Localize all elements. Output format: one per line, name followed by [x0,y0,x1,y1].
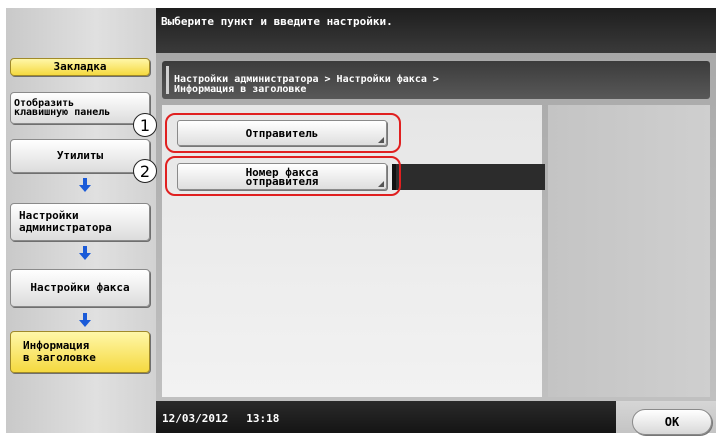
message-bar: Выберите пункт и введите настройки. [156,8,716,53]
status-bar: 12/03/2012 13:18 [156,401,616,433]
breadcrumb-accent [166,66,169,94]
arrow-down-icon [79,178,91,192]
time-text: 13:18 [246,412,280,425]
control-panel-screen: Закладка Отобразить клавишную панель Ути… [0,0,722,439]
message-text: Выберите пункт и введите настройки. [161,15,393,28]
highlight-fax-number [165,156,401,196]
bookmark-button[interactable]: Закладка [10,58,150,76]
admin-label-2: администратора [19,221,112,234]
fax-settings-label: Настройки факса [30,281,130,294]
utilities-button[interactable]: Утилиты [10,139,150,173]
ok-button[interactable]: OK [632,409,712,435]
content-area: Настройки администратора > Настройки фак… [156,53,716,401]
admin-settings-button[interactable]: Настройки администратора [10,203,150,241]
callout-1: 1 [133,113,157,137]
highlight-sender [165,113,401,153]
side-strip [548,105,710,397]
header-info-label-2: в заголовке [23,351,96,364]
left-panel: Закладка Отобразить клавишную панель Ути… [6,8,156,433]
breadcrumb-line-2: Информация в заголовке [174,84,307,95]
date-text: 12/03/2012 [162,412,229,425]
fax-settings-button[interactable]: Настройки факса [10,269,150,307]
callout-2: 2 [133,159,157,183]
ok-label: OK [664,415,680,429]
arrow-down-icon [79,246,91,260]
show-keypad-button[interactable]: Отобразить клавишную панель [10,92,150,124]
arrow-down-icon [79,313,91,327]
keypad-label-2: клавишную панель [14,107,111,118]
breadcrumb: Настройки администратора > Настройки фак… [162,61,710,99]
utilities-label: Утилиты [56,149,104,162]
fax-number-value-field[interactable] [392,164,545,190]
header-info-button[interactable]: Информация в заголовке [10,331,150,373]
bookmark-label: Закладка [53,60,107,73]
